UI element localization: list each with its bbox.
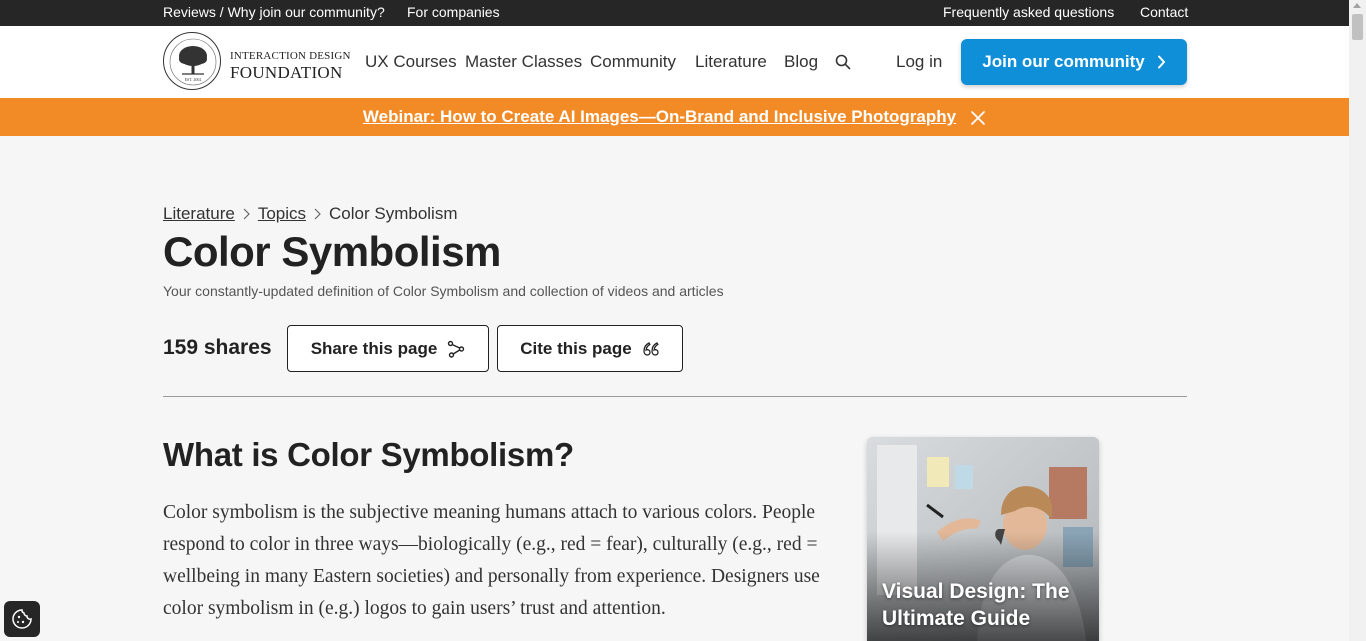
breadcrumb-topics[interactable]: Topics bbox=[258, 204, 306, 224]
cookie-settings-button[interactable] bbox=[4, 601, 40, 637]
section-body-text: Color symbolism is the subjective meanin… bbox=[163, 502, 820, 619]
chevron-right-icon bbox=[314, 208, 321, 220]
nav-ux-courses[interactable]: UX Courses bbox=[365, 52, 457, 72]
share-page-button[interactable]: Share this page bbox=[287, 325, 489, 372]
shares-count: 159 shares bbox=[163, 336, 272, 359]
breadcrumb-literature[interactable]: Literature bbox=[163, 204, 235, 224]
top-utility-bar: Reviews / Why join our community? For co… bbox=[0, 0, 1349, 26]
login-link[interactable]: Log in bbox=[896, 52, 942, 72]
section-divider bbox=[163, 396, 1187, 397]
site-logo[interactable]: EST. 2002 INTERACTION DESIGN FOUNDATION bbox=[163, 32, 350, 92]
logo-est-text: EST. 2002 bbox=[185, 77, 202, 82]
webinar-banner: Webinar: How to Create AI Images—On-Bran… bbox=[0, 98, 1349, 136]
faq-link[interactable]: Frequently asked questions bbox=[943, 4, 1114, 20]
join-community-button[interactable]: Join our community bbox=[961, 39, 1187, 85]
search-icon[interactable] bbox=[835, 54, 851, 70]
chevron-right-icon bbox=[243, 208, 250, 220]
nav-blog[interactable]: Blog bbox=[784, 52, 818, 72]
join-community-label: Join our community bbox=[982, 52, 1145, 71]
nav-community[interactable]: Community bbox=[590, 52, 676, 72]
chevron-right-icon bbox=[1157, 55, 1165, 69]
page-scrollbar[interactable] bbox=[1349, 0, 1366, 641]
section-title: What is Color Symbolism? bbox=[163, 436, 574, 473]
tree-icon: EST. 2002 bbox=[169, 38, 217, 86]
share-icon bbox=[448, 340, 465, 358]
page-title: Color Symbolism bbox=[163, 228, 501, 275]
share-page-label: Share this page bbox=[310, 338, 438, 358]
for-companies-link[interactable]: For companies bbox=[407, 4, 500, 20]
close-icon[interactable] bbox=[970, 110, 986, 126]
webinar-banner-link[interactable]: Webinar: How to Create AI Images—On-Bran… bbox=[363, 107, 956, 127]
breadcrumb-current: Color Symbolism bbox=[329, 204, 458, 223]
reviews-link[interactable]: Reviews / Why join our community? bbox=[163, 4, 385, 20]
breadcrumb: Literature Topics Color Symbolism bbox=[163, 204, 458, 224]
main-header: EST. 2002 INTERACTION DESIGN FOUNDATION … bbox=[0, 26, 1349, 98]
page-subtitle: Your constantly-updated definition of Co… bbox=[163, 283, 724, 299]
quote-icon bbox=[643, 341, 659, 356]
cookie-icon bbox=[12, 609, 32, 629]
card-title: Visual Design: The Ultimate Guide bbox=[882, 580, 1070, 630]
logo-text-line2: FOUNDATION bbox=[230, 63, 343, 82]
visual-design-guide-card[interactable]: Visual Design: The Ultimate Guide bbox=[867, 437, 1099, 641]
logo-text-line1: INTERACTION DESIGN bbox=[230, 50, 351, 62]
contact-link[interactable]: Contact bbox=[1140, 4, 1188, 20]
scroll-thumb[interactable] bbox=[1352, 14, 1363, 40]
logo-emblem: EST. 2002 bbox=[163, 32, 221, 90]
cite-page-button[interactable]: Cite this page bbox=[497, 325, 683, 372]
cite-page-label: Cite this page bbox=[520, 338, 632, 358]
scroll-up-arrow[interactable] bbox=[1353, 3, 1361, 8]
nav-master-classes[interactable]: Master Classes bbox=[465, 52, 582, 72]
nav-literature[interactable]: Literature bbox=[695, 52, 767, 72]
